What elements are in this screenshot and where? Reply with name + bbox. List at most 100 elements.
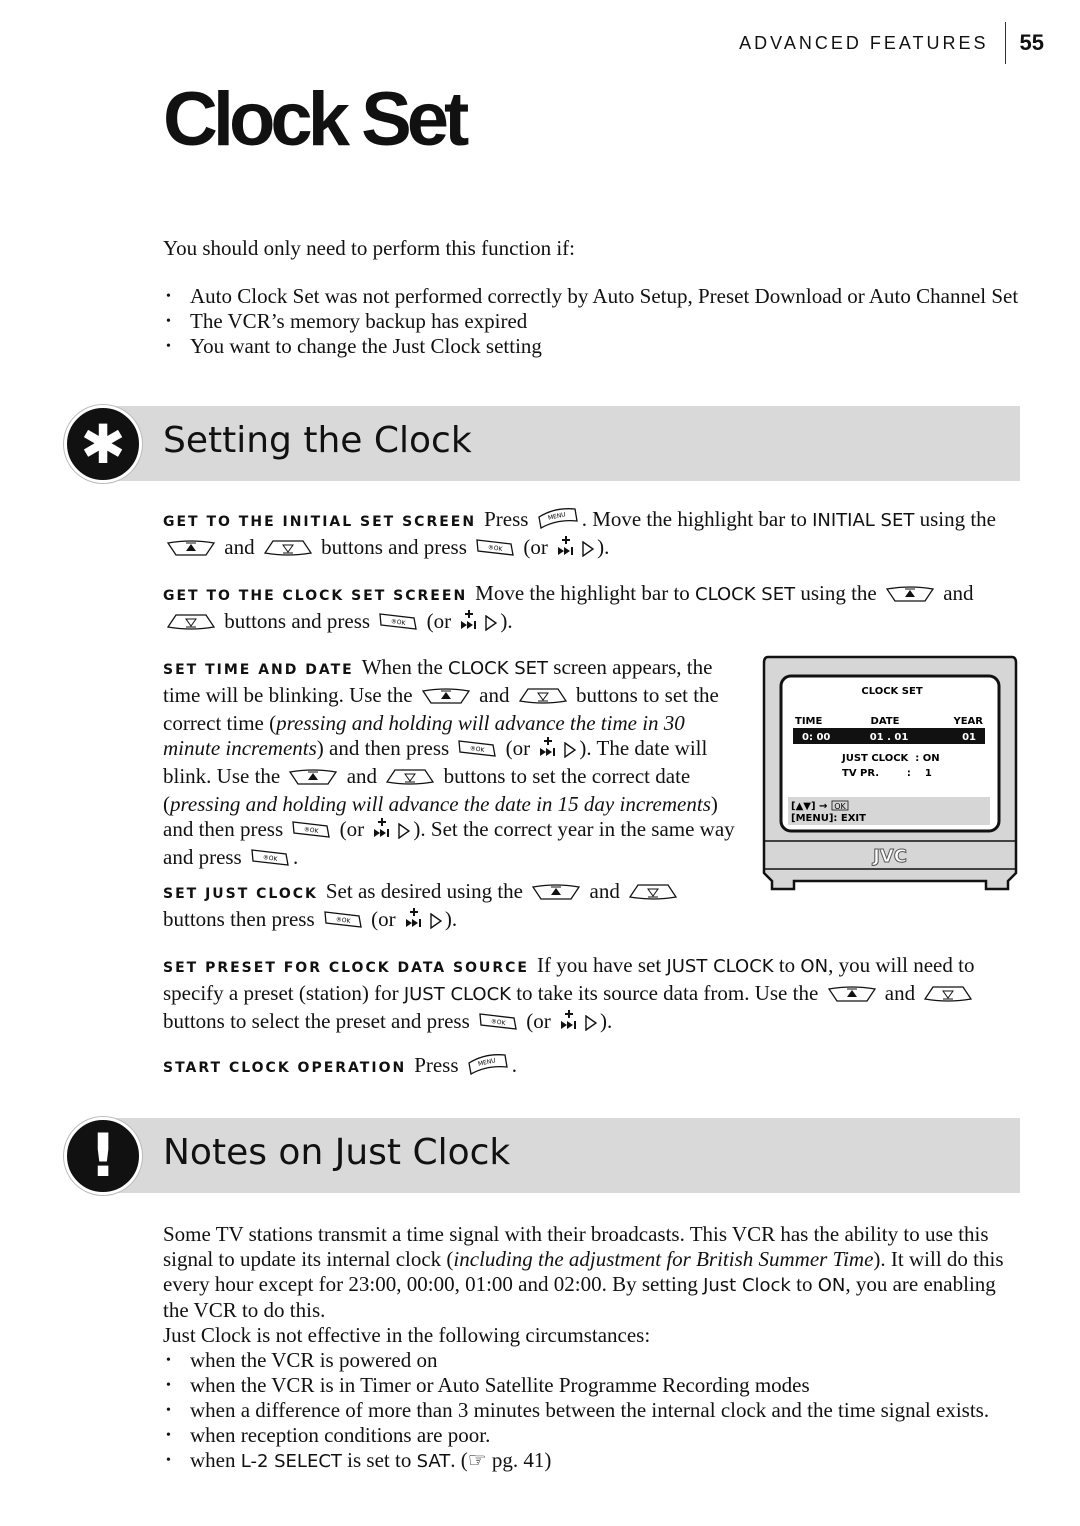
text: and [219, 535, 260, 559]
section-heading: Setting the Clock [163, 420, 472, 461]
list-item: when the VCR is in Timer or Auto Satelli… [163, 1373, 1025, 1398]
text: to [773, 953, 801, 977]
step-label: SET JUST CLOCK [163, 886, 318, 902]
tv-hint-arrows: [▲▼] → [791, 801, 827, 812]
page: { "header":{"section":"ADVANCED FEATURES… [0, 0, 1080, 1526]
play-right-icon [564, 739, 577, 764]
play-right-icon [398, 820, 411, 845]
ok-button-icon: ®OK [291, 819, 331, 845]
exclamation-icon: ! [64, 1117, 142, 1195]
rich-text: when L-2 SELECT is set to SAT. (☞ pg. 41… [190, 1448, 551, 1472]
intro: You should only need to perform this fun… [163, 236, 1023, 359]
text: ). [597, 535, 610, 559]
step-label: SET TIME AND DATE [163, 662, 354, 678]
text: (or [421, 609, 457, 633]
text: when the VCR is powered on [190, 1348, 438, 1372]
text: (or [334, 817, 370, 841]
ui-term: INITIAL SET [812, 510, 915, 531]
up-button-icon [421, 686, 471, 711]
intro-text: You should only need to perform this fun… [163, 236, 576, 260]
list-item: when L-2 SELECT is set to SAT. (☞ pg. 41… [163, 1448, 1025, 1474]
play-right-icon [585, 1012, 598, 1037]
text: and [584, 879, 626, 903]
down-button-icon [518, 686, 568, 711]
menu-button-icon: MENU [467, 1053, 509, 1081]
italic-text: pressing and holding will advance the da… [170, 792, 711, 816]
page-number: 55 [1019, 30, 1044, 55]
ui-term: CLOCK SET [695, 584, 796, 605]
step-label: GET TO THE INITIAL SET SCREEN [163, 514, 477, 530]
tv-time: 0: 00 [802, 732, 830, 743]
text: (or [500, 736, 536, 760]
menu-button-icon: MENU [537, 507, 579, 535]
text: when the VCR is in Timer or Auto Satelli… [190, 1373, 810, 1397]
notes-body: Some TV stations transmit a time signal … [163, 1222, 1025, 1474]
text: when [190, 1448, 241, 1472]
text: . [511, 1053, 518, 1077]
up-button-icon [827, 984, 877, 1009]
list-item: You want to change the Just Clock settin… [163, 334, 1023, 359]
tv-date: 01 . 01 [870, 732, 909, 743]
down-button-icon [628, 882, 678, 907]
ok-button-icon: ®OK [323, 909, 363, 935]
up-button-icon [166, 538, 216, 563]
ui-term: ON [817, 1275, 846, 1296]
ok-button-icon: ®OK [478, 1011, 518, 1037]
text: buttons and press [219, 609, 376, 633]
list-item: when reception conditions are poor. [163, 1423, 1025, 1448]
text: ). [444, 907, 458, 931]
notes-list: when the VCR is powered on when the VCR … [163, 1348, 1025, 1474]
notes-para2: Just Clock is not effective in the follo… [163, 1323, 651, 1347]
text: when a difference of more than 3 minutes… [190, 1398, 990, 1422]
text: Press [484, 507, 534, 531]
step-initial-set: GET TO THE INITIAL SET SCREEN Press MENU.… [163, 507, 1023, 563]
step-label: START CLOCK OPERATION [163, 1060, 407, 1076]
tv-hint-ok: OK [834, 802, 846, 811]
tv-col-date: DATE [871, 716, 900, 727]
rich-text: when the VCR is powered on [190, 1348, 438, 1372]
ui-term: L-2 SELECT [240, 1451, 342, 1472]
rich-text: Some TV stations transmit a time signal … [163, 1222, 1004, 1322]
ui-term: CLOCK SET [448, 658, 549, 679]
text: If you have set [536, 953, 667, 977]
ui-term: ON [800, 956, 829, 977]
ui-term: JUST CLOCK [403, 984, 511, 1005]
step-label: GET TO THE CLOCK SET SCREEN [163, 588, 468, 604]
up-button-icon [288, 767, 338, 792]
rich-text: When the CLOCK SET screen appears, the t… [163, 655, 735, 869]
play-right-icon [430, 910, 443, 935]
text: (or [518, 535, 554, 559]
fast-forward-plus-icon [538, 736, 558, 764]
text: is set to [341, 1448, 417, 1472]
section-band-setting: Setting the Clock [100, 406, 1020, 481]
tv-screen-illustration: CLOCK SET TIME DATE YEAR 0: 00 01 . 01 0… [762, 655, 1018, 891]
text: ). [600, 1009, 613, 1033]
asterisk-icon: ✱ [64, 405, 142, 483]
text: and [937, 581, 974, 605]
rich-text: when reception conditions are poor. [190, 1423, 490, 1447]
step-just-clock: SET JUST CLOCK Set as desired using the a… [163, 879, 738, 935]
jvc-logo: JVC [871, 846, 907, 867]
text: using the [795, 581, 882, 605]
ok-button-icon: ®OK [250, 847, 290, 873]
section-name: ADVANCED FEATURES [739, 32, 989, 53]
tv-col-time: TIME [795, 716, 822, 727]
text: buttons then press [163, 907, 320, 931]
tv-hint-exit: [MENU]: EXIT [791, 813, 866, 824]
ui-term: Just Clock [703, 1275, 791, 1296]
step-label: SET PRESET FOR CLOCK DATA SOURCE [163, 960, 529, 976]
ui-term: SAT [416, 1451, 451, 1472]
fast-forward-plus-icon [404, 907, 424, 935]
step-time-date: SET TIME AND DATE When the CLOCK SET scre… [163, 655, 738, 873]
section-heading: Notes on Just Clock [163, 1132, 511, 1173]
text: (or [365, 907, 401, 931]
text: buttons to select the preset and press [163, 1009, 476, 1033]
text: to [790, 1272, 818, 1296]
list-item: when the VCR is powered on [163, 1348, 1025, 1373]
down-button-icon [263, 538, 313, 563]
text: using the [914, 507, 996, 531]
play-right-icon [582, 538, 595, 563]
text: ) and then press [316, 736, 455, 760]
tv-just-clock: JUST CLOCK : ON [841, 753, 940, 764]
rich-text: when the VCR is in Timer or Auto Satelli… [190, 1373, 810, 1397]
